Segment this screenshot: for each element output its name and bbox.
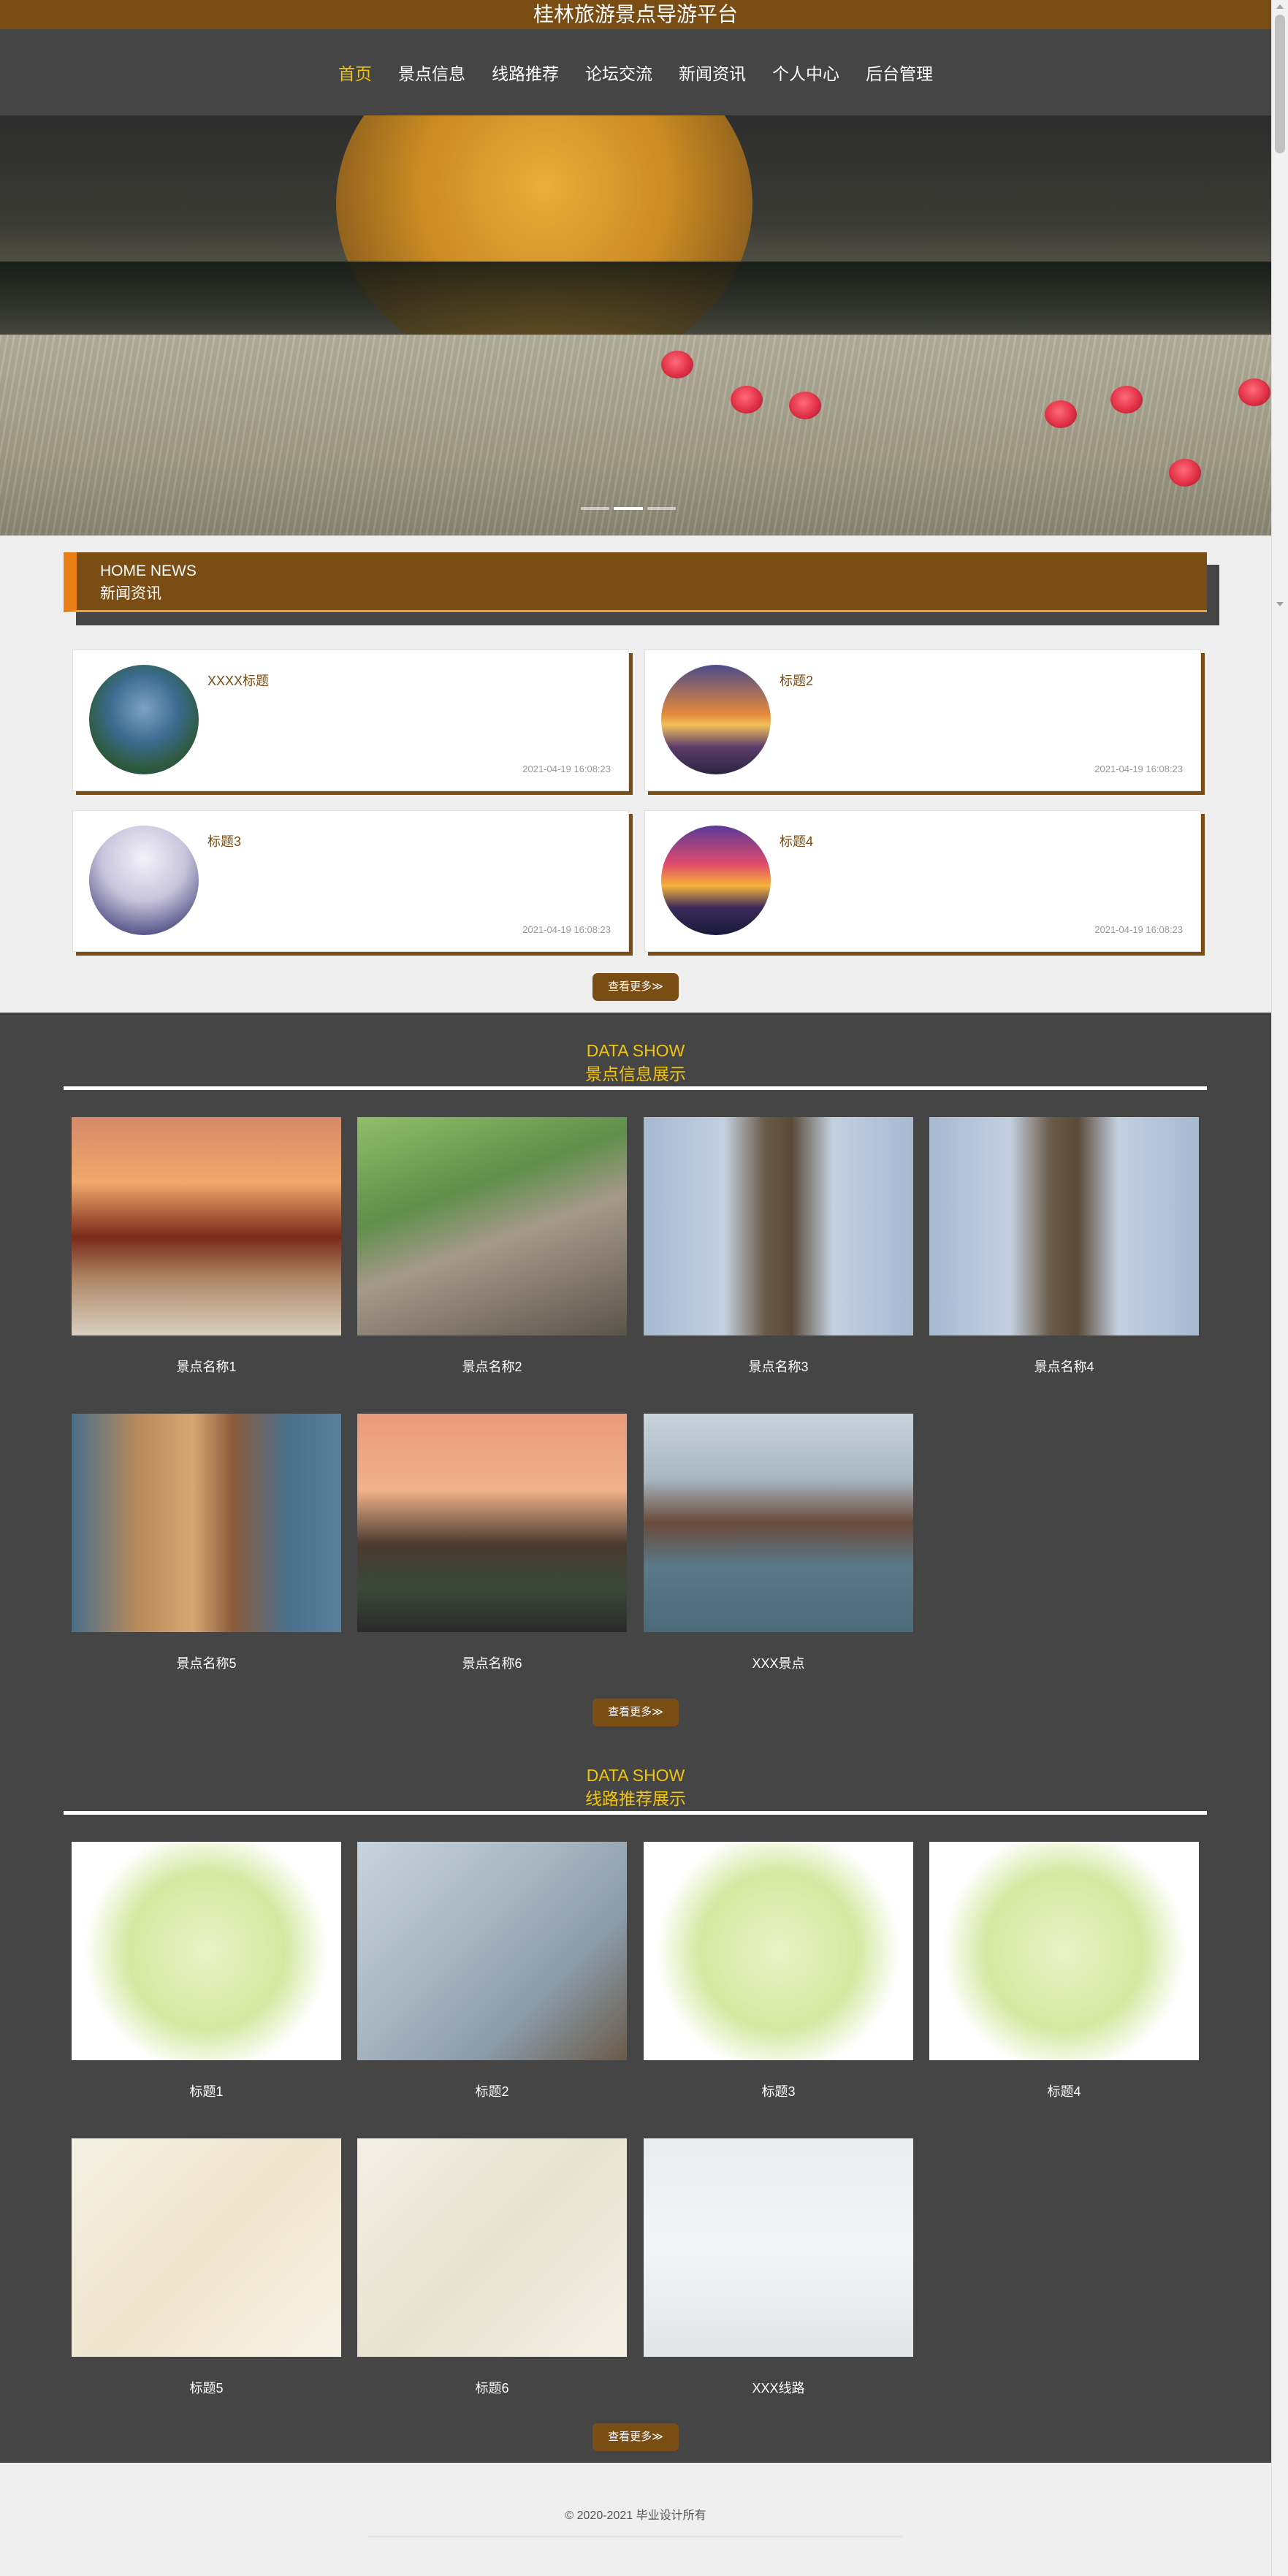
- news-card[interactable]: 标题3 2021-04-19 16:08:23: [72, 810, 629, 952]
- spot-image[interactable]: [357, 1414, 627, 1632]
- news-card[interactable]: XXXX标题 2021-04-19 16:08:23: [72, 649, 629, 791]
- news-card[interactable]: 标题4 2021-04-19 16:08:23: [644, 810, 1201, 952]
- footer-copyright: © 2020-2021 毕业设计所有: [565, 2510, 706, 2522]
- banner-poppy: [661, 351, 693, 378]
- route-image[interactable]: [644, 2138, 913, 2357]
- route-label[interactable]: XXX线路: [644, 2378, 913, 2397]
- carousel-dot[interactable]: [581, 507, 610, 510]
- nav-home[interactable]: 首页: [325, 60, 385, 85]
- spot-label[interactable]: 景点名称4: [929, 1357, 1199, 1376]
- footer: © 2020-2021 毕业设计所有: [0, 2463, 1271, 2576]
- carousel-dot[interactable]: [614, 507, 643, 510]
- news-header: HOME NEWS 新闻资讯: [64, 552, 1207, 612]
- route-image[interactable]: [929, 1842, 1199, 2060]
- banner-field: [0, 335, 1271, 536]
- news-time: 2021-04-19 16:08:23: [522, 763, 611, 774]
- spot-label[interactable]: 景点名称5: [72, 1653, 341, 1672]
- page-scrollbar[interactable]: [1271, 0, 1288, 2576]
- spot-image[interactable]: [644, 1414, 913, 1632]
- main-nav: 首页 景点信息 线路推荐 论坛交流 新闻资讯 个人中心 后台管理: [0, 29, 1271, 115]
- hero-carousel[interactable]: [0, 115, 1271, 536]
- route-label[interactable]: 标题2: [357, 2081, 627, 2100]
- news-time: 2021-04-19 16:08:23: [1094, 763, 1183, 774]
- spots-header-cn: 景点信息展示: [585, 1064, 686, 1083]
- nav-admin[interactable]: 后台管理: [853, 60, 946, 85]
- spot-label[interactable]: XXX景点: [644, 1653, 913, 1672]
- spot-label[interactable]: 景点名称1: [72, 1357, 341, 1376]
- news-card[interactable]: 标题2 2021-04-19 16:08:23: [644, 649, 1201, 791]
- news-title[interactable]: 标题4: [780, 831, 813, 850]
- spot-image[interactable]: [72, 1117, 341, 1335]
- nav-news[interactable]: 新闻资讯: [666, 60, 759, 85]
- routes-header-rule: [64, 1811, 1207, 1815]
- route-image[interactable]: [357, 1842, 627, 2060]
- news-header-cn: 新闻资讯: [100, 585, 161, 602]
- footer-divider: [369, 2536, 902, 2537]
- routes-header-en: DATA SHOW: [586, 1766, 685, 1785]
- routes-header-cn: 线路推荐展示: [585, 1789, 686, 1808]
- spot-image[interactable]: [357, 1117, 627, 1335]
- site-title-bar: 桂林旅游景点导游平台: [0, 0, 1271, 29]
- banner-poppy: [1169, 459, 1201, 487]
- route-label[interactable]: 标题5: [72, 2378, 341, 2397]
- news-thumbnail: [661, 665, 771, 774]
- spots-more-button[interactable]: 查看更多≫: [592, 1699, 679, 1726]
- spot-label[interactable]: 景点名称6: [357, 1653, 627, 1672]
- route-image[interactable]: [644, 1842, 913, 2060]
- news-time: 2021-04-19 16:08:23: [1094, 924, 1183, 935]
- banner-poppy: [1045, 400, 1077, 428]
- spots-header-en: DATA SHOW: [586, 1041, 685, 1060]
- spot-image[interactable]: [644, 1117, 913, 1335]
- news-thumbnail: [89, 665, 199, 774]
- nav-forum[interactable]: 论坛交流: [572, 60, 666, 85]
- news-time: 2021-04-19 16:08:23: [522, 924, 611, 935]
- news-header-en: HOME NEWS: [100, 563, 197, 579]
- route-image[interactable]: [72, 1842, 341, 2060]
- route-label[interactable]: 标题3: [644, 2081, 913, 2100]
- carousel-indicators: [581, 507, 676, 511]
- news-thumbnail: [89, 826, 199, 935]
- scroll-down-icon[interactable]: [1276, 602, 1284, 606]
- news-thumbnail: [661, 826, 771, 935]
- site-title: 桂林旅游景点导游平台: [533, 3, 738, 26]
- data-show-section: DATA SHOW 景点信息展示 景点名称1 景点名称2 景点名称3 景点名称4…: [0, 1013, 1271, 2463]
- news-title[interactable]: XXXX标题: [207, 671, 269, 690]
- banner-poppy: [1110, 386, 1143, 414]
- news-title[interactable]: 标题2: [780, 671, 813, 690]
- banner-poppy: [731, 386, 763, 414]
- spot-image[interactable]: [72, 1414, 341, 1632]
- route-label[interactable]: 标题1: [72, 2081, 341, 2100]
- route-image[interactable]: [72, 2138, 341, 2357]
- banner-poppy: [1238, 378, 1270, 406]
- scroll-up-icon[interactable]: [1276, 4, 1284, 9]
- spot-label[interactable]: 景点名称2: [357, 1357, 627, 1376]
- nav-routes[interactable]: 线路推荐: [479, 60, 572, 85]
- nav-profile[interactable]: 个人中心: [759, 60, 853, 85]
- news-more-button[interactable]: 查看更多≫: [592, 973, 679, 1001]
- nav-spots[interactable]: 景点信息: [385, 60, 479, 85]
- scrollbar-thumb[interactable]: [1275, 15, 1285, 153]
- banner-poppy: [789, 392, 821, 419]
- route-label[interactable]: 标题4: [929, 2081, 1199, 2100]
- carousel-dot[interactable]: [647, 507, 676, 510]
- route-label[interactable]: 标题6: [357, 2378, 627, 2397]
- news-title[interactable]: 标题3: [207, 831, 241, 850]
- routes-more-button[interactable]: 查看更多≫: [592, 2423, 679, 2451]
- spot-image[interactable]: [929, 1117, 1199, 1335]
- route-image[interactable]: [357, 2138, 627, 2357]
- spots-header-rule: [64, 1086, 1207, 1090]
- spot-label[interactable]: 景点名称3: [644, 1357, 913, 1376]
